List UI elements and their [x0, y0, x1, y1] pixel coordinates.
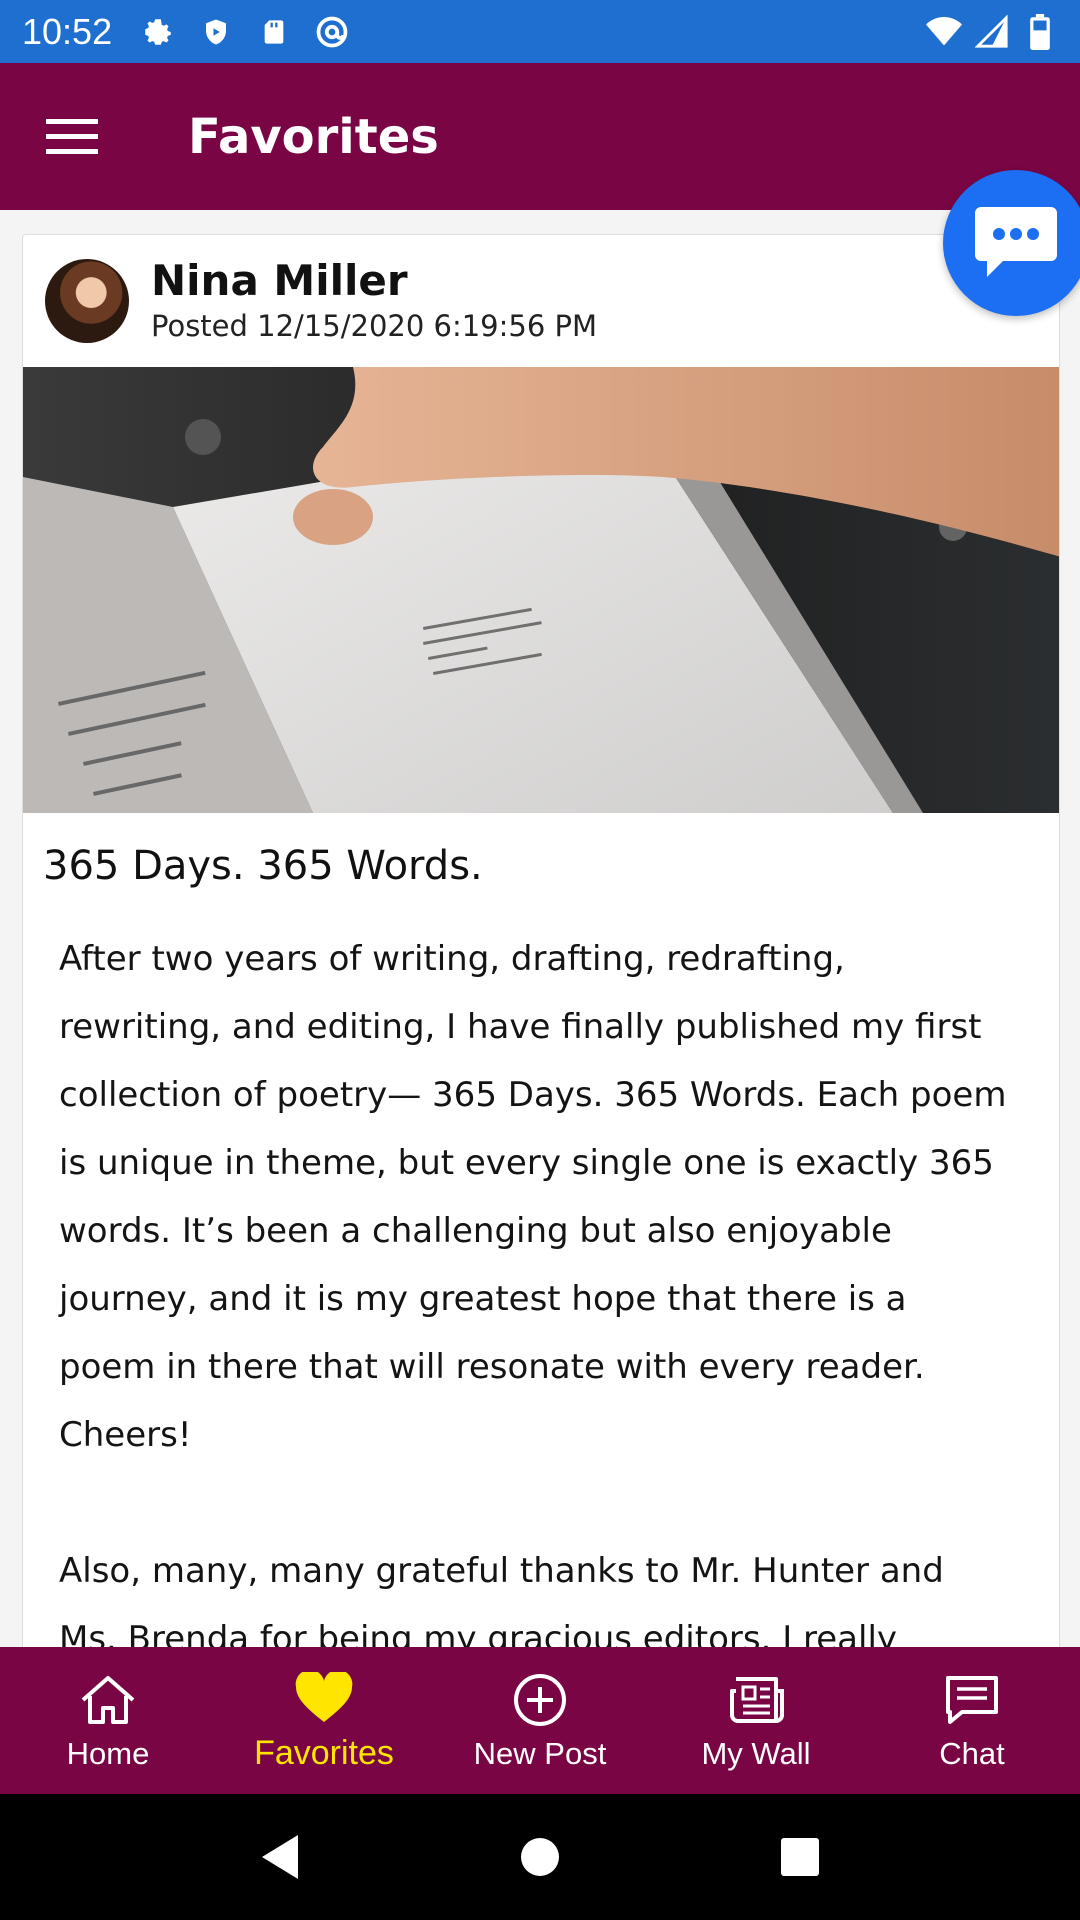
- nav-new-post[interactable]: New Post: [432, 1647, 648, 1794]
- bottom-navigation: Home Favorites New Post My Wall Chat: [0, 1647, 1080, 1794]
- hamburger-menu-icon: [46, 118, 98, 154]
- shield-icon: [198, 14, 234, 50]
- nav-label-new-post: New Post: [473, 1735, 607, 1771]
- app-bar: Favorites: [0, 63, 1080, 210]
- post-title: 365 Days. 365 Words.: [43, 843, 483, 889]
- nav-chat[interactable]: Chat: [864, 1647, 1080, 1794]
- status-bar: 10:52: [0, 0, 1080, 63]
- menu-button[interactable]: [36, 101, 108, 173]
- chat-fab-button[interactable]: [943, 170, 1080, 316]
- sd-card-icon: [256, 14, 292, 50]
- author-block: Nina Miller Posted 12/15/2020 6:19:56 PM: [151, 256, 597, 346]
- home-icon: [78, 1670, 138, 1730]
- favorites-feed[interactable]: Nina Miller Posted 12/15/2020 6:19:56 PM: [0, 210, 1080, 1647]
- at-sign-icon: [314, 14, 350, 50]
- chat-bubble-icon: [975, 207, 1057, 277]
- nav-favorites[interactable]: Favorites: [216, 1647, 432, 1794]
- back-triangle-icon: [262, 1835, 298, 1879]
- plus-circle-icon: [510, 1670, 570, 1730]
- nav-home[interactable]: Home: [0, 1647, 216, 1794]
- cell-signal-icon: [974, 14, 1010, 50]
- recents-button[interactable]: [770, 1827, 830, 1887]
- post-header: Nina Miller Posted 12/15/2020 6:19:56 PM: [23, 235, 1059, 367]
- back-button[interactable]: [250, 1827, 310, 1887]
- post-date: Posted 12/15/2020 6:19:56 PM: [151, 309, 598, 343]
- recents-square-icon: [781, 1838, 819, 1876]
- home-system-button[interactable]: [510, 1827, 570, 1887]
- nav-label-chat: Chat: [939, 1735, 1005, 1771]
- gear-icon: [140, 14, 176, 50]
- wifi-icon: [926, 14, 962, 50]
- post-paragraph: Also, many, many grateful thanks to Mr. …: [59, 1551, 944, 1647]
- status-time: 10:52: [22, 10, 113, 52]
- home-circle-icon: [521, 1838, 559, 1876]
- status-icons-right: [926, 13, 1058, 50]
- nav-label-home: Home: [66, 1735, 150, 1771]
- battery-icon: [1022, 13, 1058, 50]
- post-body: After two years of writing, drafting, re…: [23, 891, 1059, 1647]
- system-navigation-bar: [0, 1794, 1080, 1920]
- avatar[interactable]: [45, 259, 129, 343]
- post-paragraph: After two years of writing, drafting, re…: [59, 939, 1007, 1455]
- chat-icon: [942, 1670, 1002, 1730]
- nav-label-my-wall: My Wall: [701, 1735, 811, 1771]
- nav-label-favorites: Favorites: [254, 1734, 394, 1772]
- post-card[interactable]: Nina Miller Posted 12/15/2020 6:19:56 PM: [22, 234, 1060, 1647]
- author-name[interactable]: Nina Miller: [151, 256, 597, 306]
- nav-my-wall[interactable]: My Wall: [648, 1647, 864, 1794]
- newspaper-icon: [726, 1670, 786, 1730]
- post-image[interactable]: [23, 367, 1059, 813]
- page-title: Favorites: [188, 108, 439, 165]
- heart-icon: [294, 1668, 354, 1728]
- status-icons-left: [140, 14, 350, 50]
